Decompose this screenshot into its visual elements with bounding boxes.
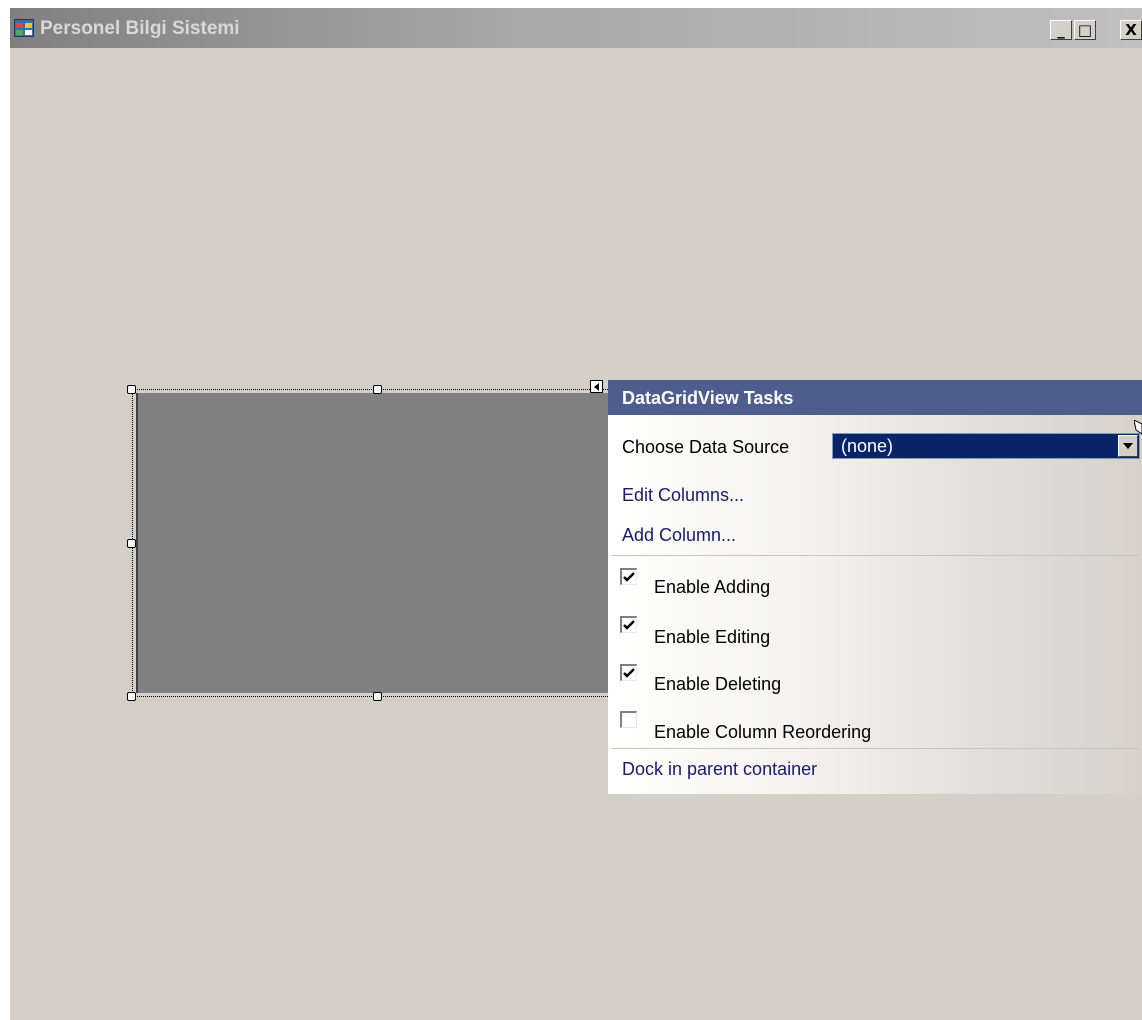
tasks-panel-header: DataGridView Tasks: [608, 380, 1142, 415]
dock-in-parent-link[interactable]: Dock in parent container: [622, 758, 817, 780]
dropdown-arrow-icon: [1123, 443, 1133, 449]
resize-handle-middle-left[interactable]: [127, 539, 136, 548]
resize-handle-top-left[interactable]: [127, 385, 136, 394]
enable-editing-label[interactable]: Enable Editing: [654, 626, 770, 648]
add-column-link[interactable]: Add Column...: [622, 524, 736, 546]
mouse-pointer-icon: [1133, 419, 1142, 447]
separator: [612, 555, 1138, 556]
checkmark-icon: [623, 668, 635, 678]
enable-editing-checkbox[interactable]: [620, 616, 637, 633]
data-source-combobox[interactable]: (none): [832, 433, 1140, 459]
enable-adding-checkbox[interactable]: [620, 568, 637, 585]
close-button[interactable]: X: [1120, 20, 1142, 40]
resize-handle-top-center[interactable]: [373, 385, 382, 394]
form-icon[interactable]: [14, 19, 34, 37]
title-bar[interactable]: Personel Bilgi Sistemi _ □ X: [10, 8, 1142, 48]
datagridview-control[interactable]: [136, 393, 626, 693]
edit-columns-link[interactable]: Edit Columns...: [622, 484, 744, 506]
smart-tag-button[interactable]: [590, 380, 603, 393]
maximize-button[interactable]: □: [1074, 20, 1096, 40]
datagridview-tasks-panel: DataGridView Tasks Choose Data Source (n…: [608, 380, 1142, 794]
resize-handle-bottom-left[interactable]: [127, 692, 136, 701]
data-source-selected: (none): [841, 436, 894, 456]
form-window: Personel Bilgi Sistemi _ □ X DataGridVie…: [10, 8, 1142, 1020]
enable-deleting-checkbox[interactable]: [620, 664, 637, 681]
checkmark-icon: [623, 620, 635, 630]
data-source-label: Choose Data Source: [622, 437, 790, 457]
window-title: Personel Bilgi Sistemi: [40, 18, 240, 39]
resize-handle-bottom-center[interactable]: [373, 692, 382, 701]
enable-column-reordering-checkbox[interactable]: [620, 711, 637, 728]
separator: [612, 748, 1138, 749]
tasks-panel-title: DataGridView Tasks: [622, 388, 794, 408]
enable-deleting-label[interactable]: Enable Deleting: [654, 673, 781, 695]
checkmark-icon: [623, 572, 635, 582]
enable-adding-label[interactable]: Enable Adding: [654, 576, 770, 598]
enable-column-reordering-label[interactable]: Enable Column Reordering: [654, 721, 871, 743]
minimize-button[interactable]: _: [1050, 20, 1072, 40]
